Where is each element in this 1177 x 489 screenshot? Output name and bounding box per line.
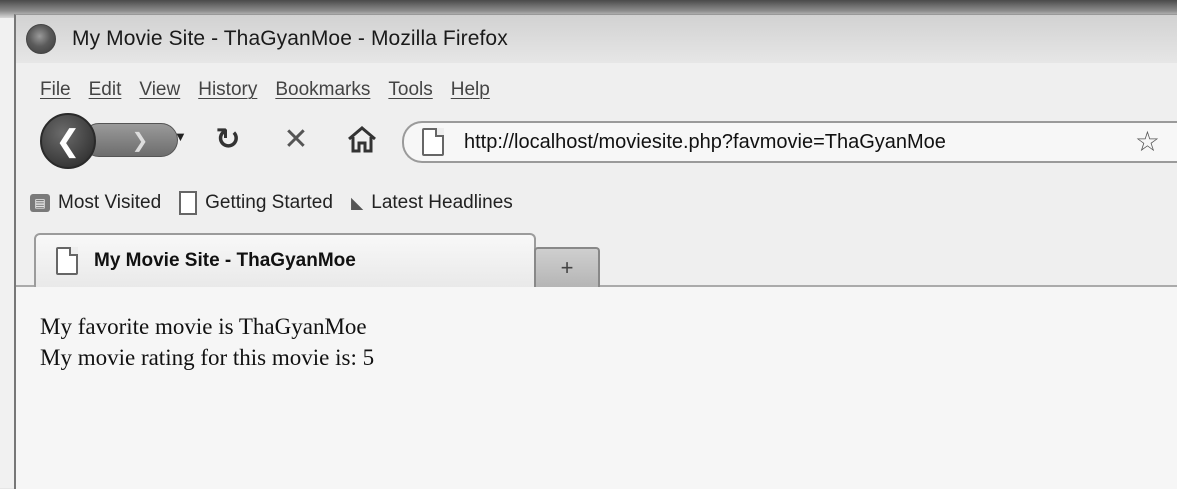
bookmark-label: Getting Started — [205, 192, 333, 213]
forward-button[interactable]: ❯ — [82, 123, 178, 157]
tab-my-movie-site[interactable]: My Movie Site - ThaGyanMoe — [34, 233, 536, 287]
menu-tools[interactable]: Tools — [388, 79, 432, 101]
firefox-logo-icon — [26, 24, 56, 54]
bookmark-latest-headlines[interactable]: ◣ Latest Headlines — [351, 192, 513, 214]
back-button[interactable]: ❮ — [40, 113, 96, 169]
bookmarks-toolbar: ▤ Most Visited Getting Started ◣ Latest … — [16, 185, 531, 221]
menu-file[interactable]: File — [40, 79, 71, 101]
menu-bar: File Edit View History Bookmarks Tools H… — [16, 75, 498, 105]
home-icon[interactable] — [342, 119, 382, 159]
most-visited-icon: ▤ — [30, 194, 50, 212]
site-identity-icon[interactable] — [422, 128, 444, 156]
menu-help[interactable]: Help — [451, 79, 490, 101]
page-icon — [179, 191, 198, 215]
browser-window: My Movie Site - ThaGyanMoe - Mozilla Fir… — [14, 14, 1177, 489]
reload-icon[interactable]: ↻ — [208, 119, 248, 159]
tab-strip: My Movie Site - ThaGyanMoe + — [16, 227, 1177, 287]
tab-title: My Movie Site - ThaGyanMoe — [94, 250, 356, 271]
home-glyph — [348, 126, 376, 153]
navigation-toolbar: ❯ ❮ ▼ ↻ ✕ http://localhost/moviesite.php… — [16, 109, 1177, 169]
title-bar: My Movie Site - ThaGyanMoe - Mozilla Fir… — [16, 15, 1177, 63]
bookmark-label: Latest Headlines — [371, 192, 513, 213]
url-text[interactable]: http://localhost/moviesite.php?favmovie=… — [464, 131, 946, 154]
bookmark-getting-started[interactable]: Getting Started — [179, 191, 333, 215]
forward-arrow-icon: ❯ — [131, 129, 149, 152]
bookmark-star-icon[interactable]: ☆ — [1135, 125, 1160, 158]
back-arrow-icon: ❮ — [55, 124, 81, 158]
tab-page-icon — [56, 247, 78, 275]
menu-history[interactable]: History — [198, 79, 257, 101]
new-tab-button[interactable]: + — [534, 247, 600, 287]
address-bar[interactable]: http://localhost/moviesite.php?favmovie=… — [402, 121, 1177, 163]
bookmark-label: Most Visited — [58, 192, 162, 213]
window-title: My Movie Site - ThaGyanMoe - Mozilla Fir… — [72, 27, 508, 50]
bookmark-most-visited[interactable]: ▤ Most Visited — [16, 192, 161, 214]
page-content: My favorite movie is ThaGyanMoe My movie… — [16, 287, 1177, 489]
movie-rating-text: My movie rating for this movie is: 5 — [40, 345, 375, 370]
menu-bookmarks[interactable]: Bookmarks — [275, 79, 370, 101]
menu-edit[interactable]: Edit — [89, 79, 122, 101]
menu-view[interactable]: View — [139, 79, 180, 101]
favorite-movie-text: My favorite movie is ThaGyanMoe — [40, 314, 367, 339]
stop-icon[interactable]: ✕ — [276, 119, 316, 159]
rss-icon: ◣ — [350, 195, 364, 212]
history-dropdown-icon[interactable]: ▼ — [174, 129, 187, 144]
